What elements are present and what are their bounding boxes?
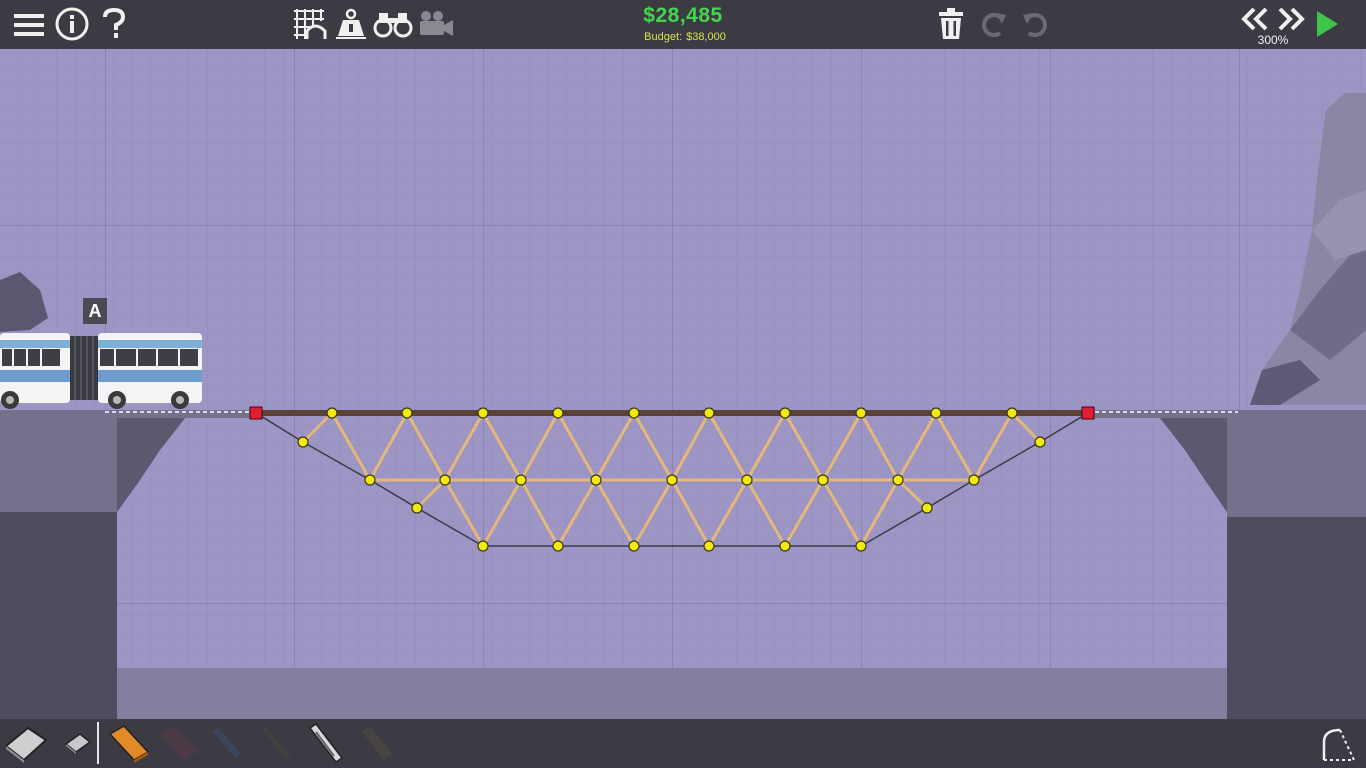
trash-icon (939, 8, 963, 39)
camera-button[interactable] (417, 8, 455, 40)
joint[interactable] (297, 436, 309, 448)
joint[interactable] (817, 474, 829, 486)
grid-coarse (0, 49, 1366, 719)
right-anchor[interactable] (1081, 406, 1095, 420)
hamburger-icon (14, 14, 44, 36)
joint[interactable] (326, 407, 338, 419)
slow-down-button[interactable] (1240, 6, 1270, 32)
grid-arch-icon (294, 9, 327, 39)
binoculars-icon (373, 13, 413, 38)
joint[interactable] (703, 407, 715, 419)
binoculars-button[interactable] (373, 8, 413, 40)
road-material-tool[interactable] (104, 722, 152, 764)
big-eraser-tool[interactable] (2, 722, 50, 764)
rope-icon (362, 726, 392, 760)
hydraulics-icon (308, 722, 344, 764)
curve-icon (1322, 728, 1355, 761)
budget-line: Budget: $38,000 (600, 31, 766, 43)
curve-tool[interactable] (1314, 722, 1362, 764)
grid-toggle-button[interactable] (290, 6, 328, 42)
joint[interactable] (515, 474, 527, 486)
weight-button[interactable] (334, 6, 368, 42)
reinforced-road-icon (160, 726, 198, 760)
wood-icon (212, 728, 242, 758)
joint[interactable] (552, 540, 564, 552)
steel-material-tool[interactable] (252, 722, 300, 764)
camera-icon (420, 11, 453, 36)
joint[interactable] (855, 540, 867, 552)
joint[interactable] (1034, 436, 1046, 448)
reinforced-road-tool[interactable] (154, 722, 202, 764)
joint[interactable] (552, 407, 564, 419)
question-icon (103, 7, 126, 38)
gorge-floor (117, 668, 1227, 719)
undo-icon (1023, 13, 1047, 37)
joint[interactable] (477, 540, 489, 552)
joint[interactable] (779, 407, 791, 419)
joint[interactable] (855, 407, 867, 419)
info-button[interactable] (54, 6, 90, 42)
speed-up-button[interactable] (1276, 6, 1306, 32)
help-button[interactable] (98, 6, 130, 42)
toolbar-divider (97, 722, 99, 764)
steel-icon (262, 728, 292, 760)
play-button[interactable] (1312, 8, 1342, 40)
joint[interactable] (1006, 407, 1018, 419)
joint[interactable] (779, 540, 791, 552)
redo-icon (982, 13, 1006, 37)
game-stage: A $28,485 Budget: $38,000 300% (0, 0, 1366, 768)
budget-value: $38,000 (686, 31, 726, 43)
wood-material-tool[interactable] (202, 722, 250, 764)
fast-forward-icon (1278, 7, 1305, 31)
joint[interactable] (968, 474, 980, 486)
info-icon (55, 7, 89, 41)
joint[interactable] (666, 474, 678, 486)
road-icon (108, 725, 150, 763)
joint[interactable] (703, 540, 715, 552)
joint[interactable] (930, 407, 942, 419)
joint[interactable] (628, 407, 640, 419)
joint[interactable] (921, 502, 933, 514)
budget-label: Budget: (644, 31, 683, 43)
rope-material-tool[interactable] (352, 722, 400, 764)
delete-button[interactable] (934, 6, 968, 42)
joint[interactable] (364, 474, 376, 486)
top-toolbar: $28,485 Budget: $38,000 300% (0, 0, 1366, 49)
undo-button[interactable] (1019, 8, 1053, 40)
joint[interactable] (401, 407, 413, 419)
weight-icon (336, 8, 366, 39)
build-area[interactable] (0, 49, 1366, 719)
bus-vehicle (0, 333, 202, 409)
joint[interactable] (741, 474, 753, 486)
joint[interactable] (477, 407, 489, 419)
joint[interactable] (892, 474, 904, 486)
redo-button[interactable] (976, 8, 1010, 40)
joint[interactable] (411, 502, 423, 514)
simulation-speed: 300% (1257, 33, 1289, 47)
bridge-cost: $28,485 (643, 4, 723, 27)
joint[interactable] (590, 474, 602, 486)
menu-button[interactable] (12, 8, 46, 42)
right-bank-dark (1227, 517, 1366, 719)
left-bank-dark (0, 512, 117, 719)
rewind-icon (1241, 7, 1268, 31)
hydraulics-tool[interactable] (302, 722, 350, 764)
play-icon (1317, 11, 1338, 37)
small-eraser-icon (64, 733, 92, 754)
big-eraser-icon (4, 726, 48, 763)
joint[interactable] (439, 474, 451, 486)
vehicle-checkpoint-label: A (83, 298, 107, 324)
joint[interactable] (628, 540, 640, 552)
left-anchor[interactable] (249, 406, 263, 420)
